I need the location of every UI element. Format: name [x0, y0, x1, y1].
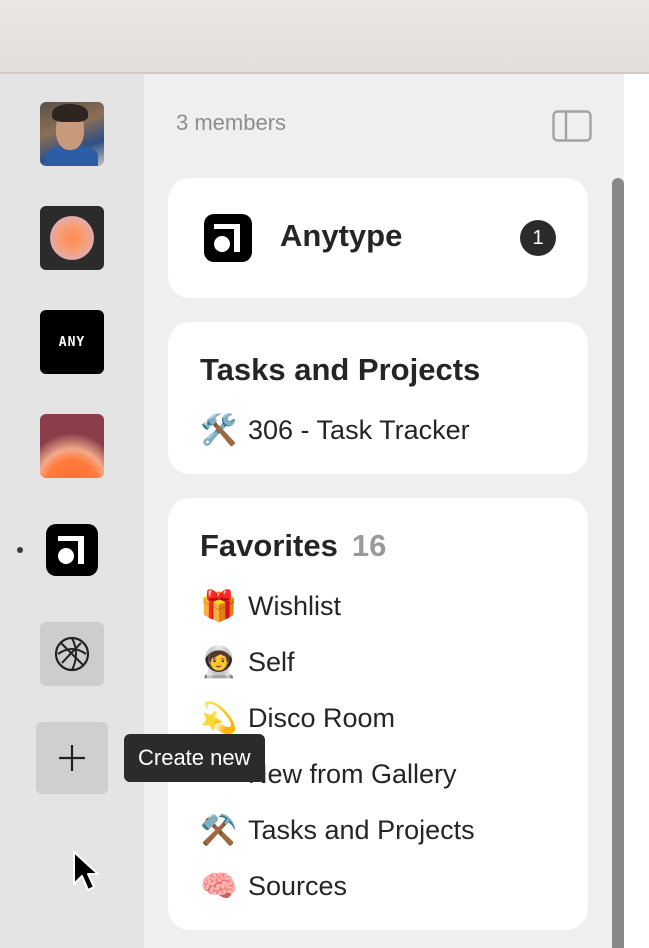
list-item-label: Sources [248, 870, 348, 901]
list-item[interactable]: ⚒️ Tasks and Projects [200, 810, 475, 850]
create-new-space-button[interactable] [36, 722, 108, 794]
list-item-label: New from Gallery [248, 758, 457, 789]
list-item[interactable]: 🧑‍🚀 Self [200, 642, 295, 682]
workspace-card[interactable]: Anytype 1 [168, 178, 588, 298]
hammer-wrench-icon: 🛠️ [200, 412, 238, 448]
gift-icon: 🎁 [200, 588, 238, 624]
favorites-title: Favorites [200, 528, 338, 563]
list-item-label: Disco Room [248, 702, 396, 733]
globe-icon [54, 636, 90, 672]
brain-icon: 🧠 [200, 868, 238, 904]
list-item-label: Tasks and Projects [248, 814, 475, 845]
spaces-rail: ANY [0, 74, 144, 948]
favorites-count: 16 [351, 528, 387, 563]
space-sunset[interactable] [40, 414, 104, 478]
list-item[interactable]: 🧠 Sources [200, 866, 347, 906]
space-gradient-orb[interactable] [40, 206, 104, 270]
favorites-widget: Favorites 16 🎁 Wishlist 🧑‍🚀 Self 💫 Disco … [168, 498, 588, 930]
list-item-label: Self [248, 646, 295, 677]
window-titlebar [0, 0, 649, 74]
avatar-hair [52, 104, 88, 122]
list-item[interactable]: 🎁 Wishlist [200, 586, 341, 626]
members-count[interactable]: 3 members [176, 110, 286, 136]
list-item[interactable]: 💫 Disco Room [200, 698, 395, 738]
space-globe[interactable] [40, 622, 104, 686]
hammer-pick-icon: ⚒️ [200, 812, 238, 848]
space-anytype[interactable] [46, 524, 98, 576]
any-logo-text: ANY [58, 334, 86, 350]
scrollbar[interactable] [612, 178, 624, 948]
workspace-name: Anytype [280, 218, 403, 253]
widget-title[interactable]: Tasks and Projects [200, 352, 480, 388]
widget-title[interactable]: Favorites 16 [200, 528, 386, 564]
space-any[interactable]: ANY [40, 310, 104, 374]
active-space-indicator [17, 547, 23, 553]
create-new-tooltip: Create new [124, 734, 265, 782]
gradient-orb-icon [50, 216, 94, 260]
astronaut-icon: 🧑‍🚀 [200, 644, 238, 680]
anytype-logo-icon [204, 214, 252, 262]
tasks-widget: Tasks and Projects 🛠️ 306 - Task Tracker [168, 322, 588, 474]
plus-icon [59, 745, 85, 771]
content-area-edge [624, 74, 649, 948]
sidebar-toggle-icon[interactable] [552, 110, 592, 142]
space-avatar-photo[interactable] [40, 102, 104, 166]
anytype-logo-icon [58, 536, 86, 564]
dizzy-star-icon: 💫 [200, 700, 238, 736]
list-item[interactable]: 🛠️ 306 - Task Tracker [200, 410, 470, 450]
list-item-label: 306 - Task Tracker [248, 414, 470, 445]
list-item-label: Wishlist [248, 590, 341, 621]
notification-badge: 1 [520, 220, 556, 256]
mouse-cursor-icon [73, 851, 99, 891]
